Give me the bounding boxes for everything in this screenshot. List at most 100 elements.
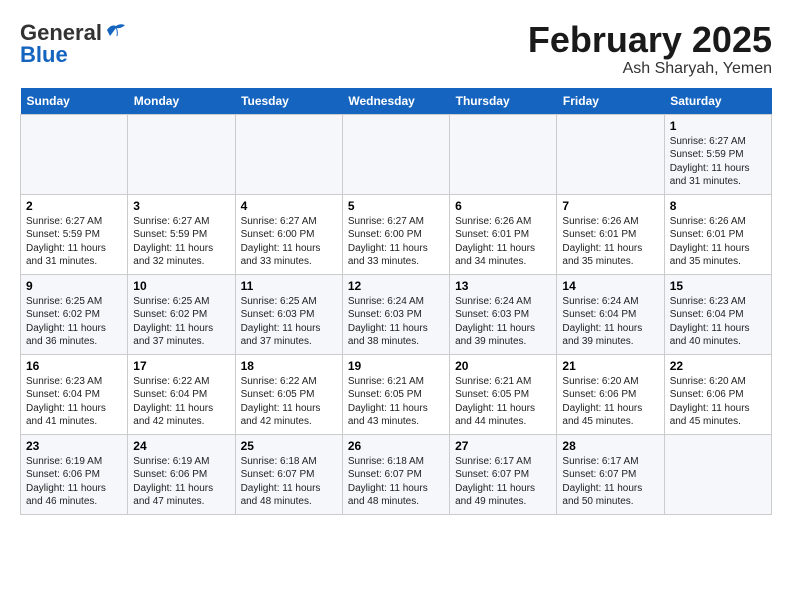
calendar-cell: 8Sunrise: 6:26 AM Sunset: 6:01 PM Daylig… xyxy=(664,194,771,274)
calendar-cell: 1 Sunrise: 6:27 AM Sunset: 5:59 PM Daylig… xyxy=(664,114,771,194)
day-sun-info: Sunrise: 6:17 AM Sunset: 6:07 PM Dayligh… xyxy=(455,455,551,509)
calendar-cell: 19Sunrise: 6:21 AM Sunset: 6:05 PM Dayli… xyxy=(342,354,449,434)
calendar-week-row: 1 Sunrise: 6:27 AM Sunset: 5:59 PM Daylig… xyxy=(21,114,772,194)
day-sun-info: Sunrise: 6:27 AM Sunset: 5:59 PM Dayligh… xyxy=(133,215,229,269)
day-sun-info: Sunrise: 6:19 AM Sunset: 6:06 PM Dayligh… xyxy=(133,455,229,509)
day-sun-info: Sunrise: 6:26 AM Sunset: 6:01 PM Dayligh… xyxy=(670,215,766,269)
calendar-table: SundayMondayTuesdayWednesdayThursdayFrid… xyxy=(20,88,772,515)
day-sun-info: Sunrise: 6:18 AM Sunset: 6:07 PM Dayligh… xyxy=(348,455,444,509)
day-sun-info: Sunrise: 6:27 AM Sunset: 6:00 PM Dayligh… xyxy=(241,215,337,269)
day-number: 20 xyxy=(455,359,551,373)
day-sun-info: Sunrise: 6:17 AM Sunset: 6:07 PM Dayligh… xyxy=(562,455,658,509)
day-sun-info: Sunrise: 6:27 AM Sunset: 6:00 PM Dayligh… xyxy=(348,215,444,269)
logo-bird-icon xyxy=(105,22,127,38)
day-number: 28 xyxy=(562,439,658,453)
day-sun-info: Sunrise: 6:23 AM Sunset: 6:04 PM Dayligh… xyxy=(670,295,766,349)
calendar-cell xyxy=(450,114,557,194)
day-sun-info: Sunrise: 6:23 AM Sunset: 6:04 PM Dayligh… xyxy=(26,375,122,429)
calendar-cell: 17 Sunrise: 6:22 AM Sunset: 6:04 PM Dayli… xyxy=(128,354,235,434)
day-sun-info: Sunrise: 6:25 AM Sunset: 6:03 PM Dayligh… xyxy=(241,295,337,349)
calendar-cell xyxy=(664,434,771,514)
calendar-cell: 6 Sunrise: 6:26 AM Sunset: 6:01 PM Daylig… xyxy=(450,194,557,274)
day-number: 27 xyxy=(455,439,551,453)
day-sun-info: Sunrise: 6:21 AM Sunset: 6:05 PM Dayligh… xyxy=(348,375,444,429)
day-number: 15 xyxy=(670,279,766,293)
day-number: 12 xyxy=(348,279,444,293)
calendar-cell: 13Sunrise: 6:24 AM Sunset: 6:03 PM Dayli… xyxy=(450,274,557,354)
day-number: 10 xyxy=(133,279,229,293)
calendar-week-row: 2 Sunrise: 6:27 AM Sunset: 5:59 PM Daylig… xyxy=(21,194,772,274)
day-number: 1 xyxy=(670,119,766,133)
day-number: 16 xyxy=(26,359,122,373)
day-sun-info: Sunrise: 6:19 AM Sunset: 6:06 PM Dayligh… xyxy=(26,455,122,509)
calendar-cell: 28 Sunrise: 6:17 AM Sunset: 6:07 PM Dayli… xyxy=(557,434,664,514)
calendar-cell: 15 Sunrise: 6:23 AM Sunset: 6:04 PM Dayli… xyxy=(664,274,771,354)
calendar-cell: 16 Sunrise: 6:23 AM Sunset: 6:04 PM Dayli… xyxy=(21,354,128,434)
calendar-cell: 10 Sunrise: 6:25 AM Sunset: 6:02 PM Dayli… xyxy=(128,274,235,354)
day-sun-info: Sunrise: 6:25 AM Sunset: 6:02 PM Dayligh… xyxy=(133,295,229,349)
day-number: 22 xyxy=(670,359,766,373)
day-number: 23 xyxy=(26,439,122,453)
day-number: 26 xyxy=(348,439,444,453)
calendar-cell: 24 Sunrise: 6:19 AM Sunset: 6:06 PM Dayli… xyxy=(128,434,235,514)
calendar-week-row: 23 Sunrise: 6:19 AM Sunset: 6:06 PM Dayli… xyxy=(21,434,772,514)
calendar-cell xyxy=(21,114,128,194)
day-sun-info: Sunrise: 6:25 AM Sunset: 6:02 PM Dayligh… xyxy=(26,295,122,349)
day-number: 6 xyxy=(455,199,551,213)
day-sun-info: Sunrise: 6:18 AM Sunset: 6:07 PM Dayligh… xyxy=(241,455,337,509)
col-header-tuesday: Tuesday xyxy=(235,88,342,115)
calendar-title-block: February 2025 Ash Sharyah, Yemen xyxy=(528,20,772,78)
day-sun-info: Sunrise: 6:21 AM Sunset: 6:05 PM Dayligh… xyxy=(455,375,551,429)
col-header-wednesday: Wednesday xyxy=(342,88,449,115)
calendar-cell: 14 Sunrise: 6:24 AM Sunset: 6:04 PM Dayli… xyxy=(557,274,664,354)
calendar-cell: 9Sunrise: 6:25 AM Sunset: 6:02 PM Daylig… xyxy=(21,274,128,354)
day-number: 13 xyxy=(455,279,551,293)
day-number: 18 xyxy=(241,359,337,373)
day-sun-info: Sunrise: 6:24 AM Sunset: 6:04 PM Dayligh… xyxy=(562,295,658,349)
calendar-cell xyxy=(557,114,664,194)
calendar-week-row: 9Sunrise: 6:25 AM Sunset: 6:02 PM Daylig… xyxy=(21,274,772,354)
calendar-cell: 3 Sunrise: 6:27 AM Sunset: 5:59 PM Daylig… xyxy=(128,194,235,274)
day-sun-info: Sunrise: 6:24 AM Sunset: 6:03 PM Dayligh… xyxy=(348,295,444,349)
calendar-cell: 27 Sunrise: 6:17 AM Sunset: 6:07 PM Dayli… xyxy=(450,434,557,514)
day-sun-info: Sunrise: 6:27 AM Sunset: 5:59 PM Dayligh… xyxy=(670,135,766,189)
calendar-cell xyxy=(342,114,449,194)
calendar-cell xyxy=(128,114,235,194)
calendar-cell: 7Sunrise: 6:26 AM Sunset: 6:01 PM Daylig… xyxy=(557,194,664,274)
calendar-cell: 20 Sunrise: 6:21 AM Sunset: 6:05 PM Dayli… xyxy=(450,354,557,434)
col-header-saturday: Saturday xyxy=(664,88,771,115)
day-number: 21 xyxy=(562,359,658,373)
calendar-cell: 23 Sunrise: 6:19 AM Sunset: 6:06 PM Dayli… xyxy=(21,434,128,514)
day-number: 7 xyxy=(562,199,658,213)
col-header-friday: Friday xyxy=(557,88,664,115)
day-number: 5 xyxy=(348,199,444,213)
calendar-cell: 2 Sunrise: 6:27 AM Sunset: 5:59 PM Daylig… xyxy=(21,194,128,274)
logo: General Blue xyxy=(20,20,127,68)
day-sun-info: Sunrise: 6:26 AM Sunset: 6:01 PM Dayligh… xyxy=(455,215,551,269)
page-header: General Blue February 2025 Ash Sharyah, … xyxy=(20,20,772,78)
calendar-cell: 25 Sunrise: 6:18 AM Sunset: 6:07 PM Dayli… xyxy=(235,434,342,514)
calendar-cell: 4 Sunrise: 6:27 AM Sunset: 6:00 PM Daylig… xyxy=(235,194,342,274)
day-number: 2 xyxy=(26,199,122,213)
calendar-location: Ash Sharyah, Yemen xyxy=(528,60,772,78)
day-number: 24 xyxy=(133,439,229,453)
day-number: 3 xyxy=(133,199,229,213)
calendar-header-row: SundayMondayTuesdayWednesdayThursdayFrid… xyxy=(21,88,772,115)
logo-blue-text: Blue xyxy=(20,42,68,68)
day-sun-info: Sunrise: 6:20 AM Sunset: 6:06 PM Dayligh… xyxy=(562,375,658,429)
calendar-cell: 12 Sunrise: 6:24 AM Sunset: 6:03 PM Dayli… xyxy=(342,274,449,354)
col-header-sunday: Sunday xyxy=(21,88,128,115)
day-number: 25 xyxy=(241,439,337,453)
day-number: 14 xyxy=(562,279,658,293)
col-header-thursday: Thursday xyxy=(450,88,557,115)
day-sun-info: Sunrise: 6:22 AM Sunset: 6:05 PM Dayligh… xyxy=(241,375,337,429)
day-number: 17 xyxy=(133,359,229,373)
day-number: 4 xyxy=(241,199,337,213)
calendar-cell xyxy=(235,114,342,194)
day-number: 11 xyxy=(241,279,337,293)
day-sun-info: Sunrise: 6:27 AM Sunset: 5:59 PM Dayligh… xyxy=(26,215,122,269)
calendar-cell: 11 Sunrise: 6:25 AM Sunset: 6:03 PM Dayli… xyxy=(235,274,342,354)
calendar-month-year: February 2025 xyxy=(528,20,772,60)
calendar-cell: 21 Sunrise: 6:20 AM Sunset: 6:06 PM Dayli… xyxy=(557,354,664,434)
day-sun-info: Sunrise: 6:22 AM Sunset: 6:04 PM Dayligh… xyxy=(133,375,229,429)
